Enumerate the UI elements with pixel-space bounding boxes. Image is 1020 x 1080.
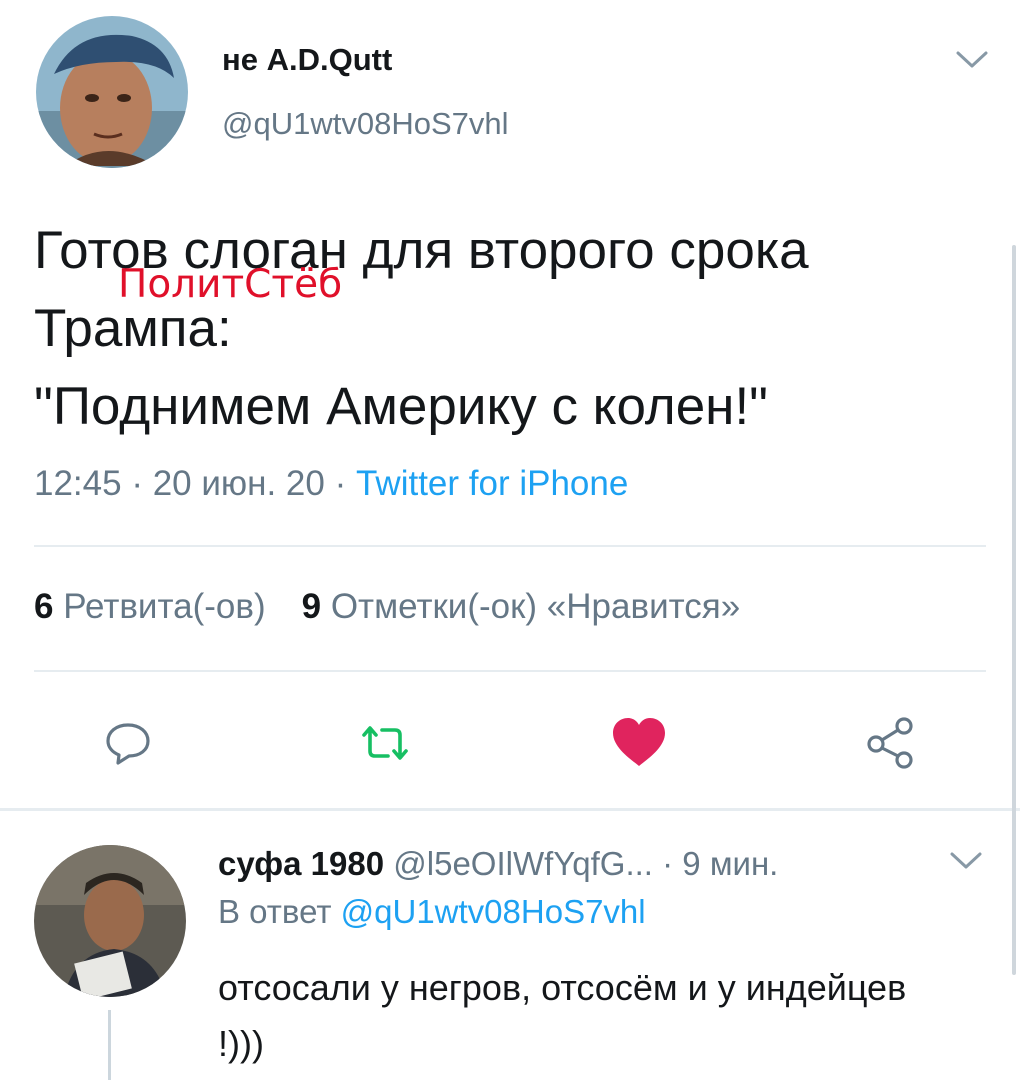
retweets-label[interactable]: Ретвита(-ов): [63, 587, 265, 626]
tweet-date: 20 июн. 20: [152, 464, 325, 503]
replying-to-mention[interactable]: @qU1wtv08HoS7vhl: [341, 893, 646, 930]
scrollbar[interactable]: [1012, 245, 1016, 975]
tweet-source-link[interactable]: Twitter for iPhone: [356, 464, 628, 503]
likes-label[interactable]: Отметки(-ок) «Нравится»: [331, 587, 740, 626]
tweet-stats: 6 Ретвита(-ов) 9 Отметки(-ок) «Нравится»: [34, 587, 740, 627]
divider: [34, 545, 986, 547]
share-button[interactable]: [858, 710, 922, 774]
tweet-text: Готов слоган для второго срока Трампа: "…: [34, 221, 809, 436]
divider: [34, 670, 986, 672]
meta-separator: ·: [652, 845, 683, 882]
reply-time: 9 мин.: [682, 845, 779, 882]
author-name[interactable]: не A.D.Qutt: [222, 42, 392, 78]
retweet-icon: [362, 726, 408, 760]
reply-icon: [106, 723, 150, 765]
tweet-time: 12:45: [34, 464, 122, 503]
thread-line: [108, 1010, 111, 1080]
reply-author-handle[interactable]: @l5eOIlWfYqfG...: [393, 845, 653, 882]
meta-separator: ·: [324, 464, 356, 503]
tweet-meta: 12:45 · 20 июн. 20 · Twitter for iPhone: [34, 464, 628, 504]
reply-text: отсосали у негров, отсосём и у индейцев …: [218, 967, 907, 1064]
share-icon: [867, 717, 913, 769]
reply-button[interactable]: [96, 715, 160, 771]
meta-separator: ·: [121, 464, 153, 503]
reply-author-avatar[interactable]: [34, 845, 186, 997]
like-button[interactable]: [604, 712, 674, 772]
chevron-down-icon[interactable]: [952, 44, 992, 74]
heart-icon: [613, 718, 665, 766]
author-handle[interactable]: @qU1wtv08HoS7vhl: [222, 106, 509, 142]
likes-count[interactable]: 9: [302, 587, 321, 626]
divider: [0, 808, 1020, 811]
reply-header: суфа 1980 @l5eOIlWfYqfG... · 9 мин.: [218, 845, 778, 883]
watermark-label: ПолитСтёб: [118, 262, 343, 307]
retweet-button[interactable]: [350, 715, 420, 771]
replying-to: В ответ @qU1wtv08HoS7vhl: [218, 893, 646, 931]
replying-prefix: В ответ: [218, 893, 332, 930]
author-avatar[interactable]: [36, 16, 188, 168]
reply-author-name[interactable]: суфа 1980: [218, 845, 384, 882]
retweets-count[interactable]: 6: [34, 587, 53, 626]
chevron-down-icon[interactable]: [946, 845, 986, 875]
